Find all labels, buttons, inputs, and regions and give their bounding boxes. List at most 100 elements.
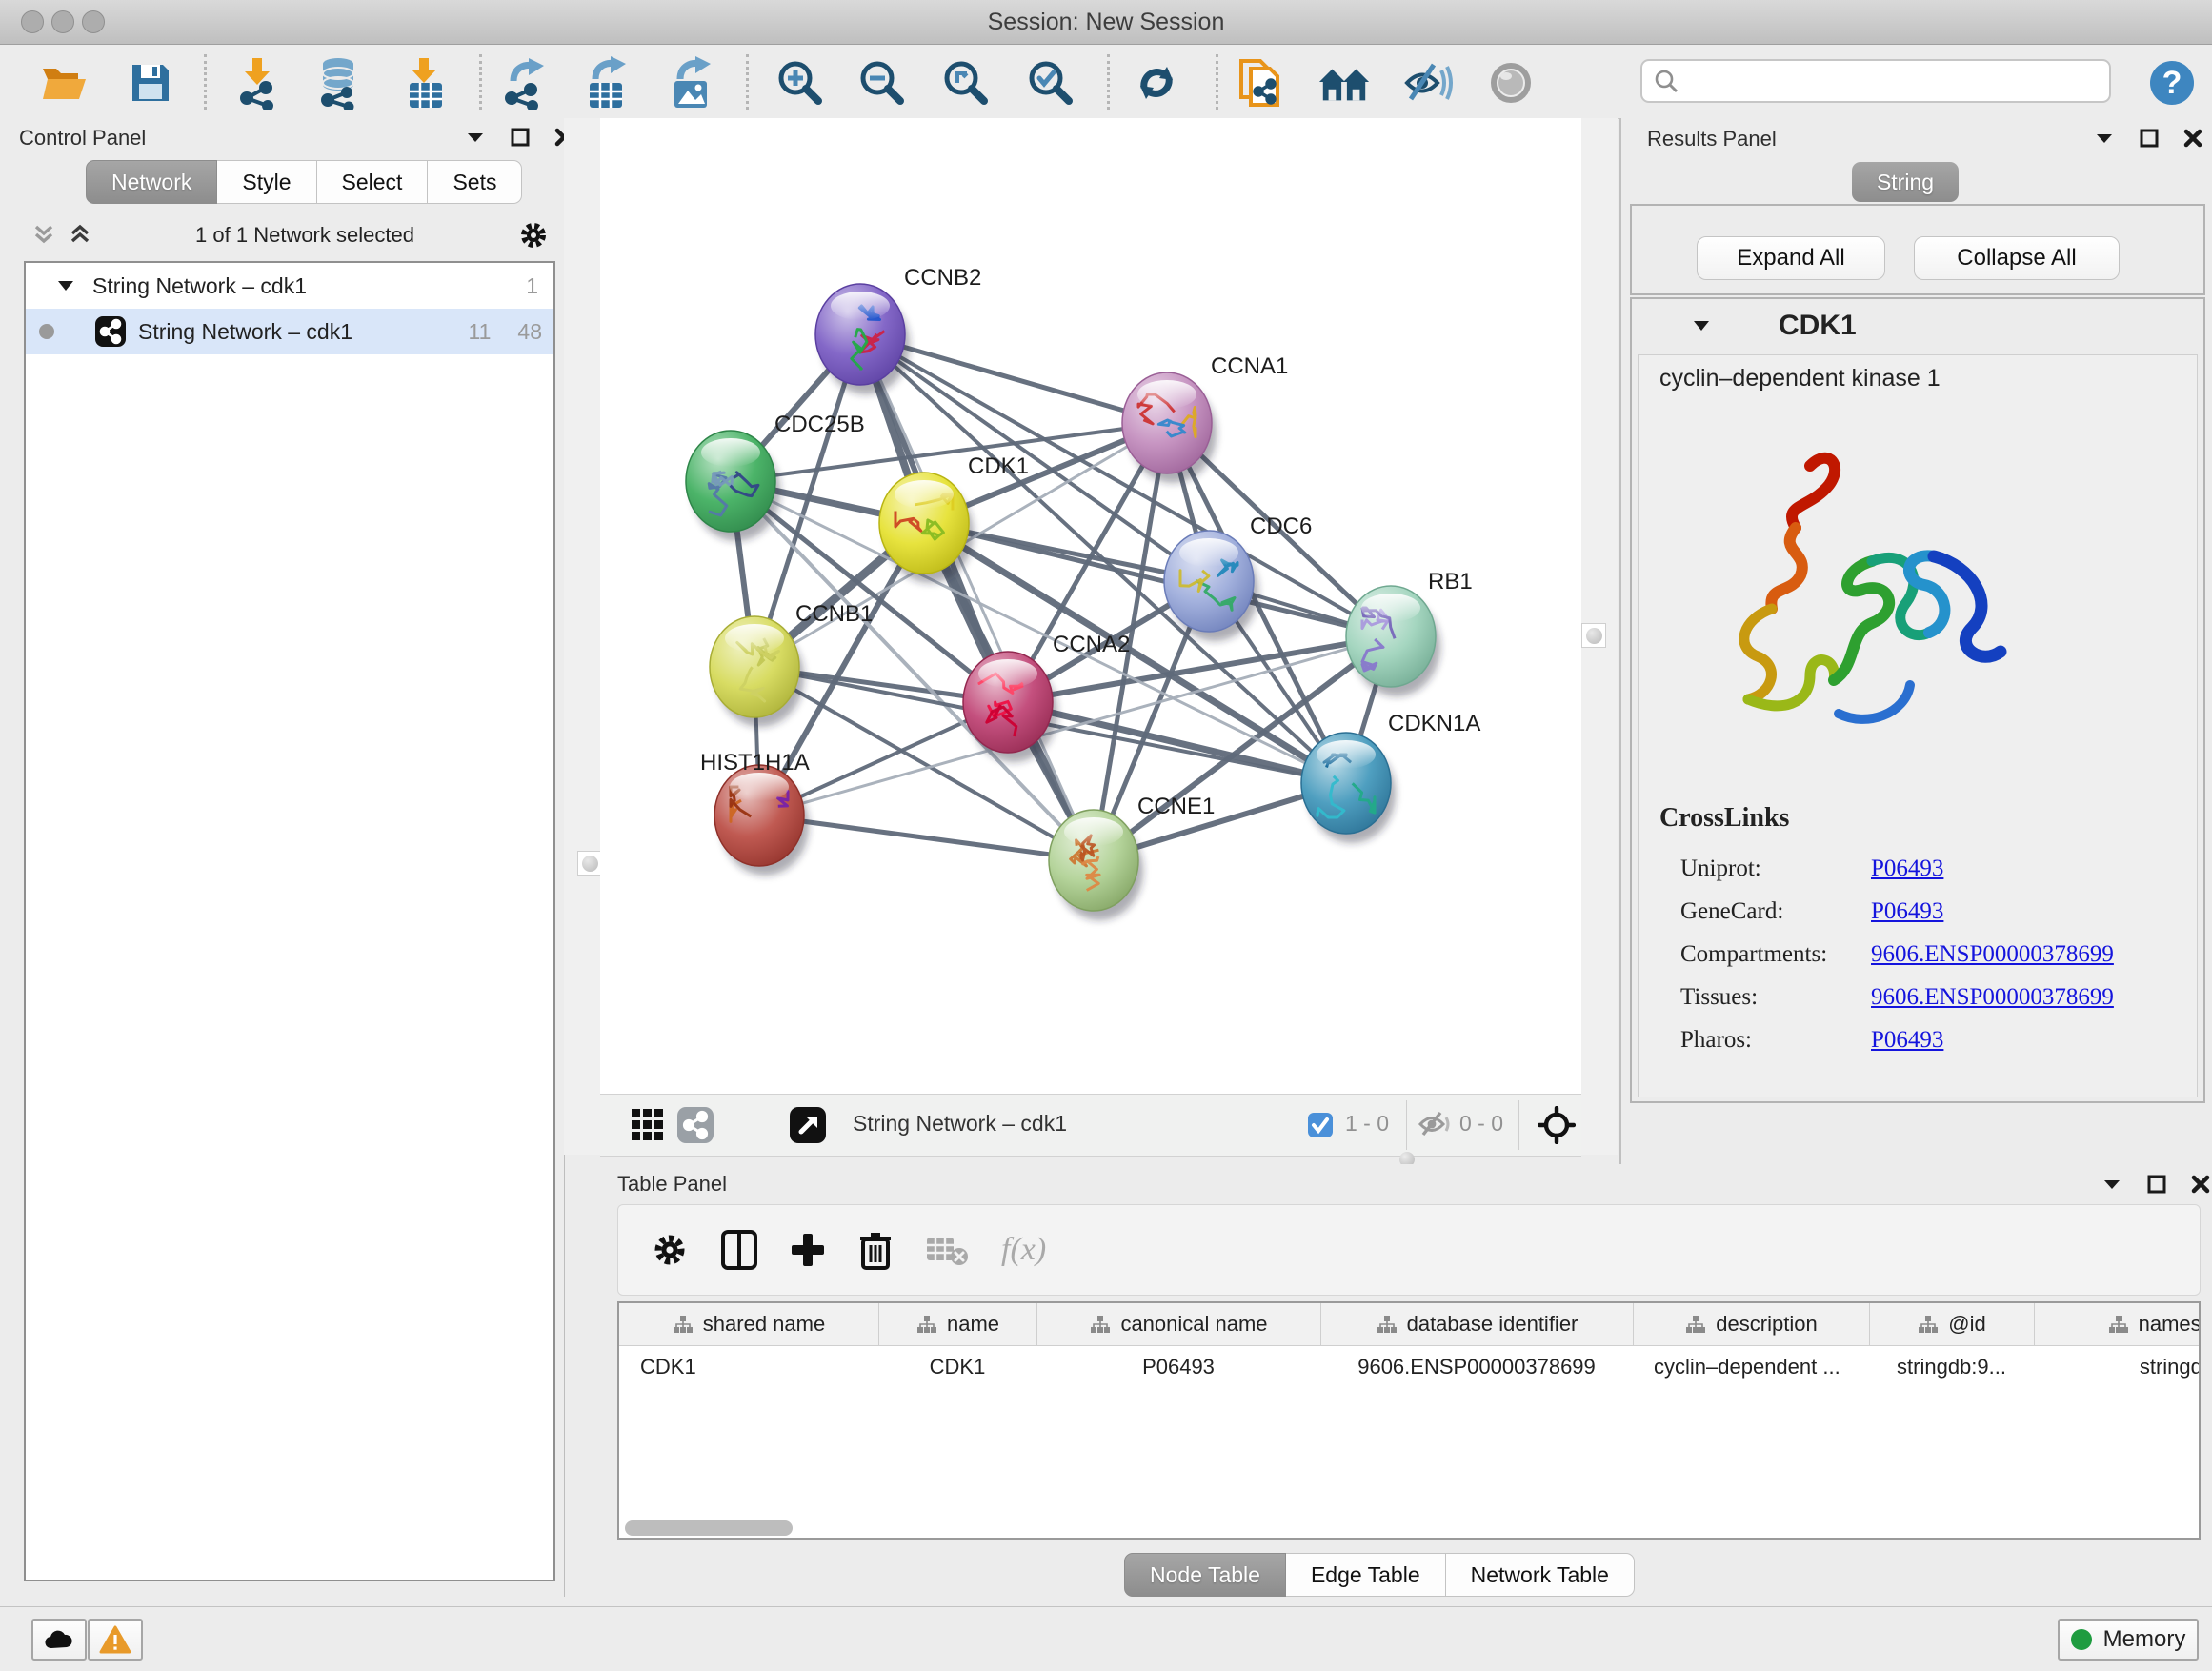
delete-table-icon[interactable] (925, 1232, 969, 1268)
crosslink-value-link[interactable]: P06493 (1871, 856, 1943, 882)
tab-select[interactable]: Select (317, 160, 429, 204)
network-graph[interactable]: CCNB2CCNA1CDC25BCDK1CDC6RB1CCNB1CCNA2CDK… (600, 118, 1581, 1094)
right-splitter-handle[interactable] (1581, 623, 1606, 648)
protein-structure-image (1667, 428, 2029, 780)
collapse-all-button[interactable]: Collapse All (1914, 236, 2120, 280)
expand-all-button[interactable]: Expand All (1697, 236, 1885, 280)
function-builder-icon[interactable]: f(x) (1001, 1232, 1046, 1268)
table-settings-gear-icon[interactable] (651, 1231, 689, 1269)
selected-checkbox-icon[interactable] (1307, 1112, 1334, 1138)
panel-menu-icon[interactable] (2094, 130, 2115, 147)
table-horizontal-scrollbar[interactable] (625, 1520, 793, 1536)
table-row[interactable]: CDK1CDK1P064939606.ENSP00000378699cyclin… (619, 1346, 2199, 1388)
refresh-view-button[interactable] (1130, 56, 1183, 110)
panel-menu-icon[interactable] (2101, 1176, 2122, 1193)
network-canvas[interactable]: CCNB2CCNA1CDC25BCDK1CDC6RB1CCNB1CCNA2CDK… (600, 118, 1581, 1094)
node-table[interactable]: shared namenamecanonical namedatabase id… (617, 1301, 2201, 1540)
column-header-namespace[interactable]: namespace (2034, 1303, 2201, 1345)
close-panel-icon[interactable] (2191, 1175, 2210, 1194)
column-header-database-identifier[interactable]: database identifier (1320, 1303, 1633, 1345)
search-input[interactable] (1686, 68, 2109, 94)
warnings-button[interactable] (88, 1619, 143, 1661)
node-CCNB2[interactable]: CCNB2 (815, 265, 981, 394)
show-columns-icon[interactable] (721, 1230, 757, 1270)
search-field[interactable] (1640, 59, 2111, 103)
tab-edge-table[interactable]: Edge Table (1286, 1553, 1446, 1597)
home-button[interactable] (1317, 56, 1371, 110)
column-header--id[interactable]: @id (1869, 1303, 2034, 1345)
zoom-in-button[interactable] (774, 56, 827, 110)
left-splitter-handle[interactable] (577, 851, 602, 876)
column-type-icon (1918, 1315, 1939, 1334)
node-CDKN1A[interactable]: CDKN1A (1301, 711, 1480, 843)
externalize-view-icon[interactable] (789, 1106, 827, 1144)
node-HIST1H1A[interactable]: HIST1H1A (700, 750, 810, 876)
hide-annotations-button[interactable] (1401, 56, 1455, 110)
node-CDC25B[interactable]: CDC25B (686, 412, 865, 541)
render-detail-toggle-button[interactable] (1484, 56, 1538, 110)
column-header-name[interactable]: name (878, 1303, 1036, 1345)
zoom-selected-button[interactable] (1024, 56, 1077, 110)
memory-button[interactable]: Memory (2058, 1619, 2199, 1661)
tab-network-table[interactable]: Network Table (1446, 1553, 1635, 1597)
tab-network[interactable]: Network (86, 160, 217, 204)
float-panel-icon[interactable] (511, 128, 530, 147)
left-splitter[interactable] (564, 118, 600, 1155)
edge-CCNA2-CDKN1A[interactable] (1008, 702, 1346, 783)
tab-node-table[interactable]: Node Table (1124, 1553, 1286, 1597)
export-network-button[interactable] (498, 56, 552, 110)
network-options-gear-icon[interactable] (517, 219, 550, 252)
collapse-all-icon[interactable] (31, 223, 56, 248)
help-button[interactable]: ? (2145, 56, 2199, 110)
crosslink-value-link[interactable]: 9606.ENSP00000378699 (1871, 984, 2114, 1011)
collection-expanded-icon[interactable] (56, 278, 75, 293)
float-panel-icon[interactable] (2147, 1175, 2166, 1194)
table-cell: 9606.ENSP00000378699 (1320, 1346, 1633, 1388)
import-network-from-file-button[interactable] (231, 56, 285, 110)
edge-CCNE1-HIST1H1A[interactable] (759, 815, 1094, 860)
zoom-out-button[interactable] (855, 56, 909, 110)
edge-CDK1-RB1[interactable] (924, 523, 1391, 636)
right-splitter[interactable] (1581, 118, 1618, 1155)
zoom-fit-button[interactable] (939, 56, 993, 110)
node-CCNB1[interactable]: CCNB1 (710, 601, 873, 727)
birdseye-grid-icon[interactable] (631, 1108, 665, 1142)
crosslink-value-link[interactable]: P06493 (1871, 1027, 1943, 1054)
eye-slash-icon (1401, 61, 1455, 105)
delete-column-trash-icon[interactable] (858, 1230, 893, 1270)
import-network-from-database-button[interactable] (312, 56, 365, 110)
expand-all-icon[interactable] (68, 223, 92, 248)
new-network-from-selection-button[interactable] (1233, 56, 1286, 110)
import-table-from-file-button[interactable] (399, 56, 452, 110)
edge-CCNB2-CCNE1[interactable] (860, 334, 1094, 860)
protein-description: cyclin–dependent kinase 1 (1659, 365, 1941, 393)
node-CCNA1[interactable]: CCNA1 (1122, 353, 1288, 483)
column-header-description[interactable]: description (1633, 1303, 1869, 1345)
tab-string[interactable]: String (1852, 162, 1959, 202)
cloud-status-button[interactable] (31, 1619, 87, 1661)
export-image-button[interactable] (665, 56, 718, 110)
node-RB1[interactable]: RB1 (1346, 569, 1473, 696)
crosslink-value-link[interactable]: P06493 (1871, 898, 1943, 925)
network-row-selected[interactable]: String Network – cdk1 11 48 (26, 309, 553, 354)
network-collection-row[interactable]: String Network – cdk1 1 (26, 263, 553, 309)
column-header-canonical-name[interactable]: canonical name (1036, 1303, 1320, 1345)
open-session-button[interactable] (38, 56, 91, 110)
panel-menu-icon[interactable] (465, 129, 486, 146)
save-session-button[interactable] (124, 56, 177, 110)
close-panel-icon[interactable] (2183, 129, 2202, 148)
tab-style[interactable]: Style (217, 160, 316, 204)
collapse-section-icon[interactable] (1691, 317, 1712, 334)
node-label-CCNA2: CCNA2 (1053, 632, 1130, 657)
column-header-shared-name[interactable]: shared name (619, 1303, 878, 1345)
string-panel-toggle-icon[interactable] (676, 1106, 714, 1144)
network-view-toolbar: String Network – cdk1 1 - 0 0 - 0 (600, 1094, 1581, 1157)
fit-selected-crosshair-icon[interactable] (1538, 1106, 1576, 1144)
tab-sets[interactable]: Sets (428, 160, 522, 204)
hidden-eye-icon[interactable] (1418, 1110, 1454, 1138)
add-column-icon[interactable] (790, 1232, 826, 1268)
float-panel-icon[interactable] (2140, 129, 2159, 148)
export-table-button[interactable] (580, 56, 633, 110)
crosslink-value-link[interactable]: 9606.ENSP00000378699 (1871, 941, 2114, 968)
protein-header[interactable]: CDK1 (1632, 299, 2203, 352)
